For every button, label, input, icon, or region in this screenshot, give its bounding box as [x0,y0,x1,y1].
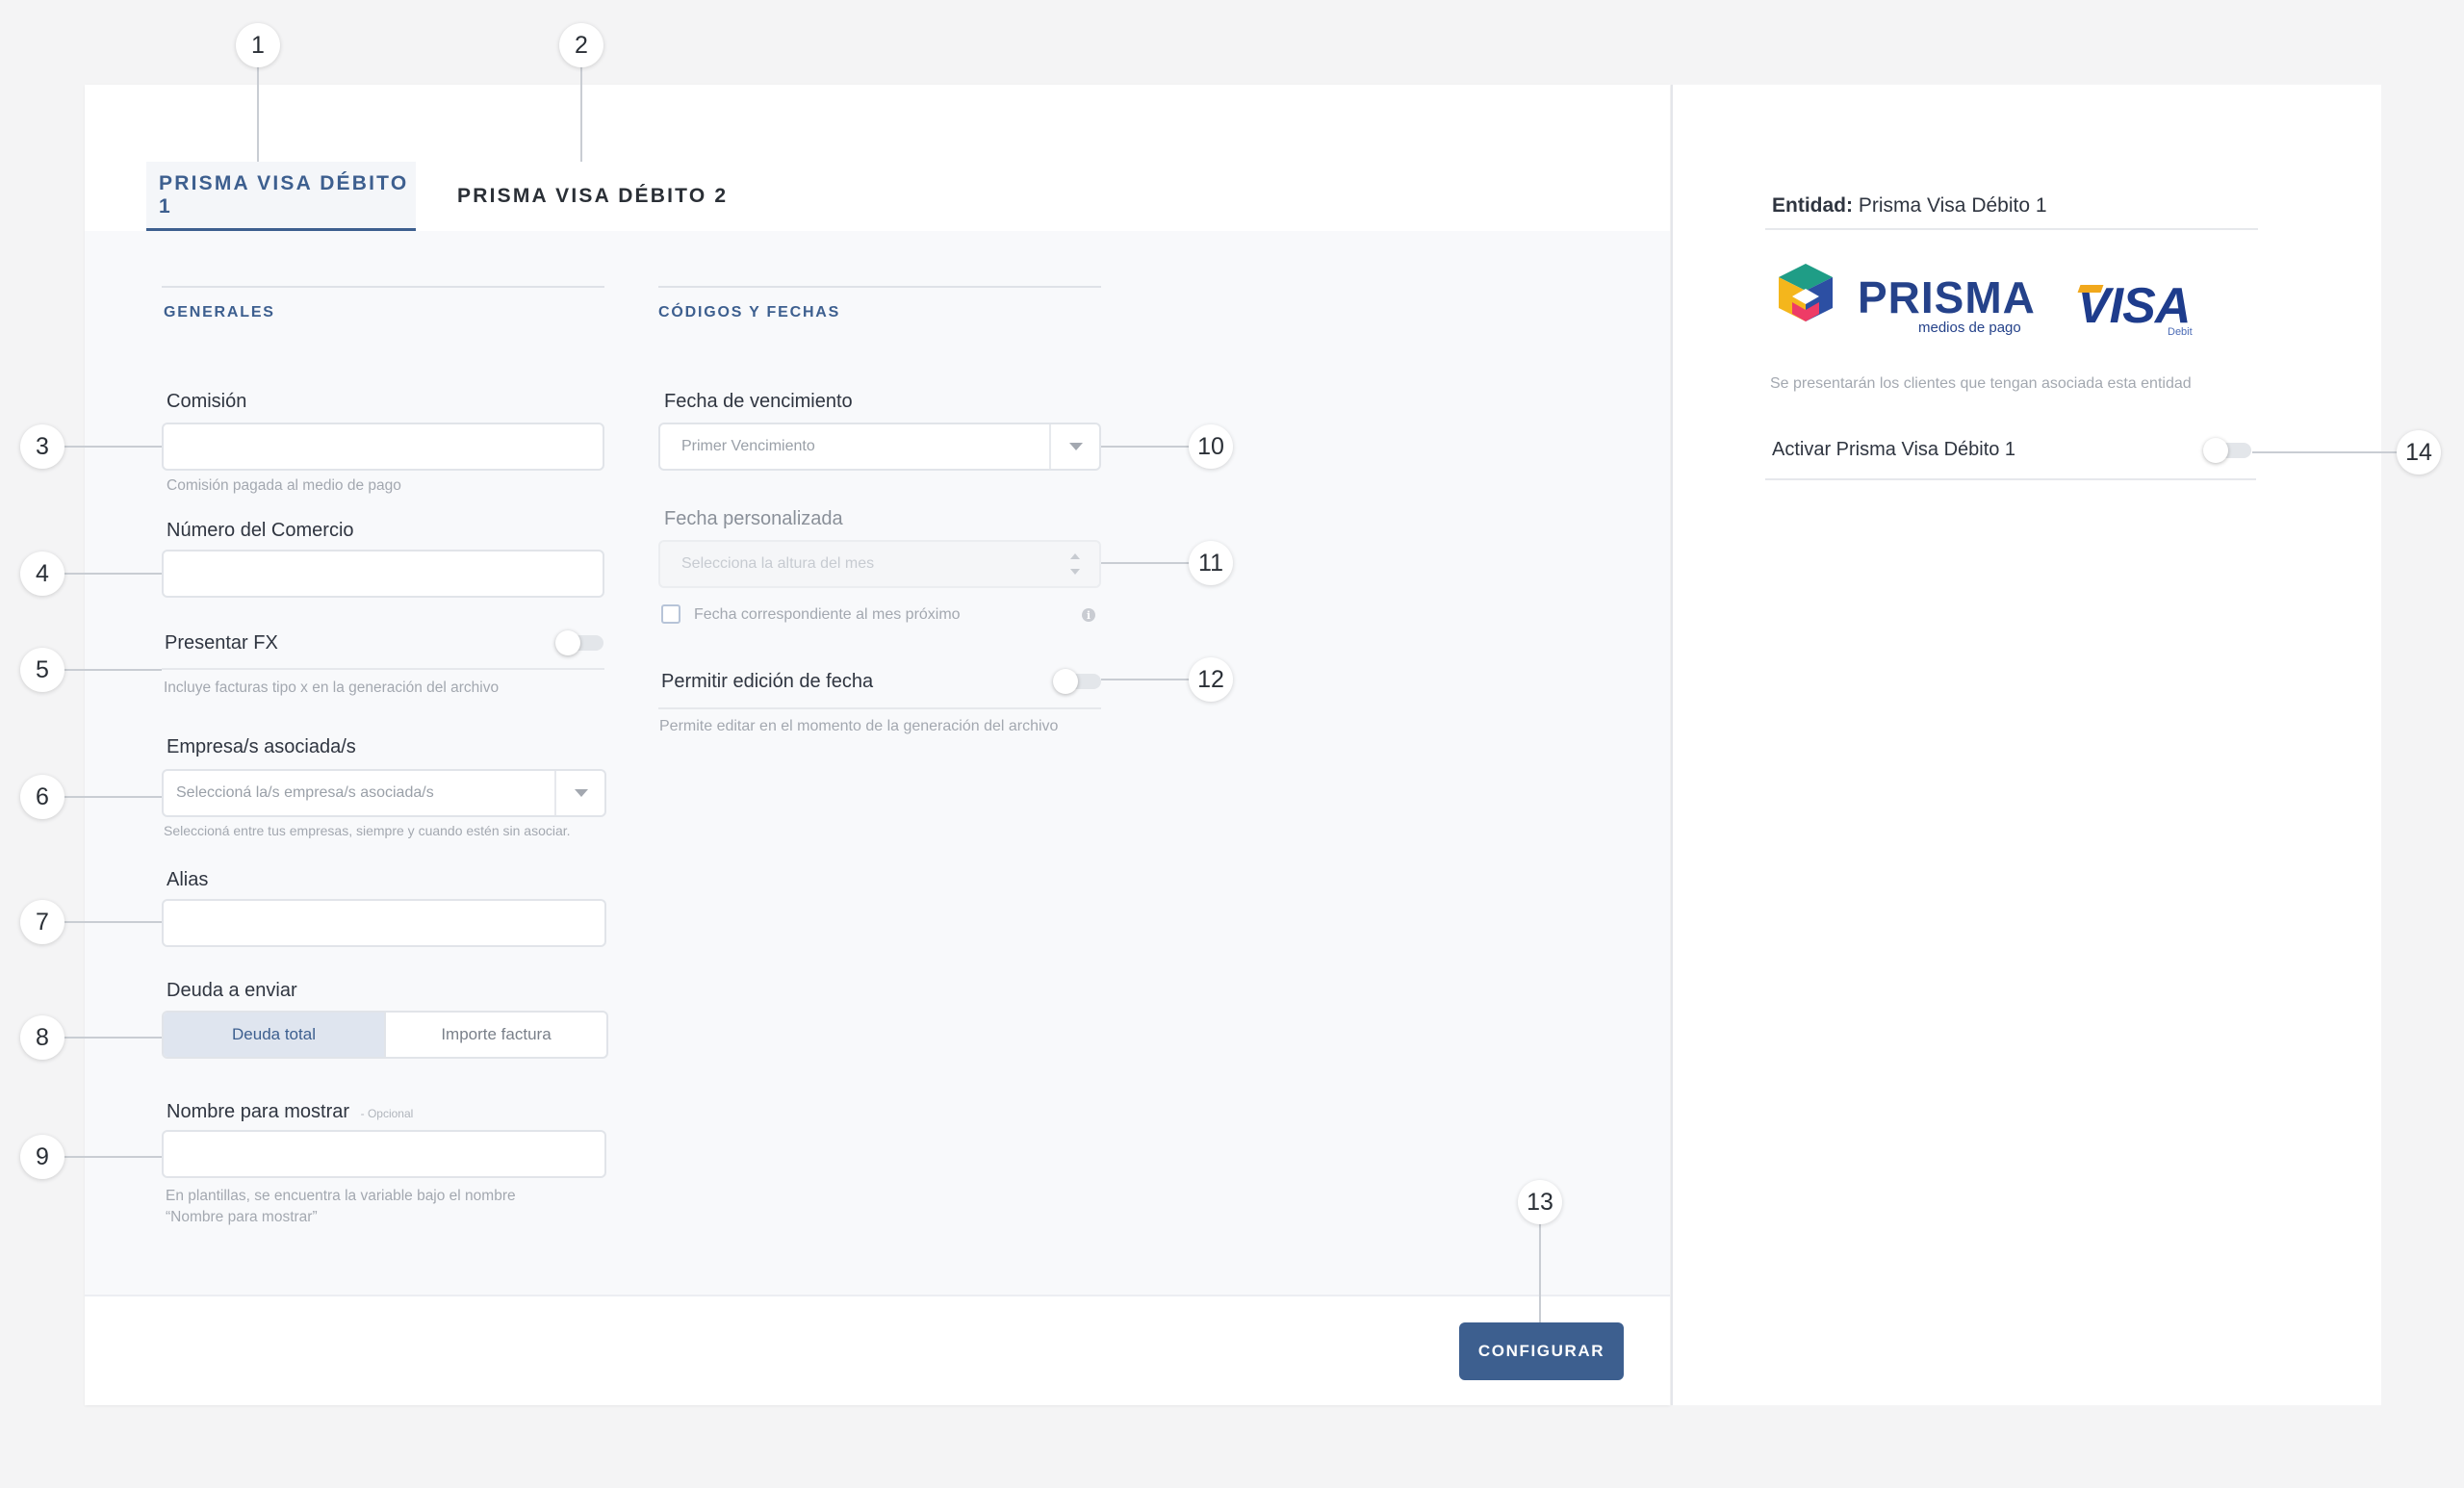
prisma-cube-logo [1779,264,1833,321]
callout-marker-13: 13 [1518,1180,1562,1224]
stepper-up-icon[interactable] [1070,553,1080,559]
select-divider [1049,424,1051,469]
empresas-label: Empresa/s asociada/s [167,736,356,757]
fecha-vencimiento-label: Fecha de vencimiento [664,391,853,412]
fecha-personalizada-placeholder: Selecciona la altura del mes [681,555,875,572]
entity-value: Prisma Visa Débito 1 [1858,194,2047,217]
deuda-segmented-control[interactable]: Deuda total Importe factura [162,1011,608,1059]
leader-line [580,67,582,162]
divider [658,707,1101,709]
entity-line: Entidad: Prisma Visa Débito 1 [1772,194,2047,218]
comision-help: Comisión pagada al medio de pago [167,477,401,494]
empresas-help: Seleccioná entre tus empresas, siempre y… [164,823,571,838]
callout-marker-8: 8 [20,1015,64,1060]
nombre-mostrar-label-text: Nombre para mostrar [167,1101,350,1122]
entity-key: Entidad: [1772,194,1853,217]
nombre-mostrar-help-1: En plantillas, se encuentra la variable … [166,1188,516,1204]
numero-comercio-input[interactable] [162,550,604,598]
chevron-down-icon [575,789,588,797]
callout-marker-11: 11 [1189,541,1233,585]
callout-marker-5: 5 [20,648,64,692]
leader-line [257,67,259,162]
deuda-option-importe[interactable]: Importe factura [386,1013,606,1057]
comision-input[interactable] [162,423,604,471]
activar-toggle[interactable] [2203,438,2251,463]
callout-marker-1: 1 [236,23,280,67]
callout-marker-14: 14 [2397,430,2441,475]
permitir-edicion-label: Permitir edición de fecha [661,671,874,692]
mes-proximo-checkbox[interactable] [661,604,680,624]
visa-logo-subtext: Debit [2168,326,2193,338]
nombre-mostrar-input[interactable] [162,1130,606,1178]
section-title-codigos: CÓDIGOS Y FECHAS [658,304,841,321]
divider [1765,228,2258,230]
configurar-button[interactable]: CONFIGURAR [1459,1322,1624,1380]
leader-line [64,1156,162,1158]
leader-line [1539,1224,1541,1322]
alias-input[interactable] [162,899,606,947]
numero-comercio-label: Número del Comercio [167,520,354,541]
activar-label: Activar Prisma Visa Débito 1 [1772,439,2016,460]
empresas-placeholder: Seleccioná la/s empresa/s asociada/s [176,784,434,801]
leader-line [64,669,162,671]
presentar-fx-help: Incluye facturas tipo x en la generación… [164,680,500,696]
optional-tag: - Opcional [360,1107,414,1120]
entity-note: Se presentarán los clientes que tengan a… [1770,375,2192,392]
select-divider [554,771,556,815]
section-title-generales: GENERALES [164,304,275,321]
callout-marker-3: 3 [20,424,64,469]
presentar-fx-label: Presentar FX [165,632,278,654]
info-icon[interactable]: i [1082,608,1095,622]
prisma-logo-text: PRISMA [1858,272,2036,322]
stepper-down-icon[interactable] [1070,569,1080,575]
callout-marker-9: 9 [20,1135,64,1179]
fecha-vencimiento-value: Primer Vencimiento [681,438,815,454]
permitir-edicion-toggle[interactable] [1053,669,1101,694]
footer-bar [85,1295,1670,1405]
toggle-knob [2203,438,2228,463]
callout-marker-2: 2 [559,23,603,67]
nombre-mostrar-help-2: “Nombre para mostrar” [166,1209,318,1225]
mes-proximo-label: Fecha correspondiente al mes próximo [694,606,961,623]
callout-marker-10: 10 [1189,424,1233,469]
leader-line [64,446,162,448]
callout-marker-7: 7 [20,900,64,944]
tab-label: PRISMA VISA DÉBITO 1 [159,171,409,218]
fecha-vencimiento-select[interactable]: Primer Vencimiento [658,423,1101,471]
callout-marker-6: 6 [20,775,64,819]
callout-marker-4: 4 [20,552,64,596]
presentar-fx-toggle[interactable] [555,630,603,655]
deuda-option-total[interactable]: Deuda total [164,1013,386,1057]
fecha-personalizada-label: Fecha personalizada [664,508,843,529]
leader-line [2252,451,2397,453]
section-divider [658,286,1101,288]
permitir-edicion-help: Permite editar en el momento de la gener… [659,718,1059,734]
nombre-mostrar-label: Nombre para mostrar - Opcional [167,1101,413,1123]
divider [1765,478,2256,480]
toggle-knob [1053,669,1078,694]
toggle-knob [555,630,580,655]
comision-label: Comisión [167,391,247,412]
tab-prisma-visa-debito-2[interactable]: PRISMA VISA DÉBITO 2 [445,162,733,231]
leader-line [64,796,162,798]
leader-line [64,1037,162,1039]
tab-prisma-visa-debito-1[interactable]: PRISMA VISA DÉBITO 1 [146,162,416,231]
leader-line [64,921,162,923]
chevron-down-icon [1069,443,1083,450]
divider [162,668,604,670]
empresas-select[interactable]: Seleccioná la/s empresa/s asociada/s [162,769,606,817]
tab-label: PRISMA VISA DÉBITO 2 [457,185,729,207]
callout-marker-12: 12 [1189,657,1233,702]
fecha-personalizada-stepper[interactable]: Selecciona la altura del mes [658,540,1101,588]
section-divider [162,286,604,288]
deuda-label: Deuda a enviar [167,980,297,1001]
prisma-logo-subtext: medios de pago [1918,320,2021,336]
visa-logo-accent [2077,285,2104,293]
alias-label: Alias [167,869,209,890]
leader-line [64,573,162,575]
